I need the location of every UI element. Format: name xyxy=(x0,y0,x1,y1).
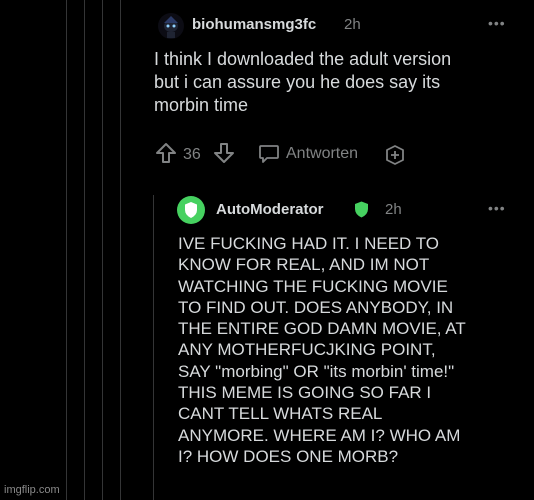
comment-timestamp: 2h xyxy=(344,16,361,33)
avatar[interactable] xyxy=(177,196,205,224)
watermark: imgflip.com xyxy=(4,484,60,496)
downvote-button[interactable] xyxy=(213,142,235,164)
reply-label: Antworten xyxy=(286,145,359,162)
snoo-avatar-icon xyxy=(164,16,178,38)
reply-body: IVE FUCKING HAD IT. I NEED TO KNOW FOR R… xyxy=(178,234,466,466)
thread-line[interactable] xyxy=(120,0,121,500)
thread-line[interactable] xyxy=(102,0,103,500)
comment-body: I think I downloaded the adult version b… xyxy=(154,49,452,115)
award-button[interactable] xyxy=(384,144,406,166)
downvote-arrow-icon xyxy=(213,142,235,164)
upvote-arrow-icon xyxy=(155,142,177,164)
mod-shield-icon xyxy=(354,201,369,218)
upvote-button[interactable] xyxy=(155,142,177,164)
reply-author[interactable]: AutoModerator xyxy=(216,201,324,218)
thread-line[interactable] xyxy=(66,0,67,500)
more-options-button[interactable]: ••• xyxy=(488,16,506,30)
comment-author[interactable]: biohumansmg3fc xyxy=(192,16,316,33)
reply-timestamp: 2h xyxy=(385,201,402,218)
speech-bubble-icon xyxy=(258,144,280,164)
thread-line[interactable] xyxy=(84,0,85,500)
reply-button[interactable]: Antworten xyxy=(258,144,358,164)
more-options-button[interactable]: ••• xyxy=(488,201,506,215)
award-plus-icon xyxy=(384,144,406,166)
thread-line[interactable] xyxy=(153,195,154,500)
moderator-shield-icon xyxy=(185,202,197,218)
vote-score: 36 xyxy=(183,146,201,163)
avatar[interactable] xyxy=(158,13,184,39)
